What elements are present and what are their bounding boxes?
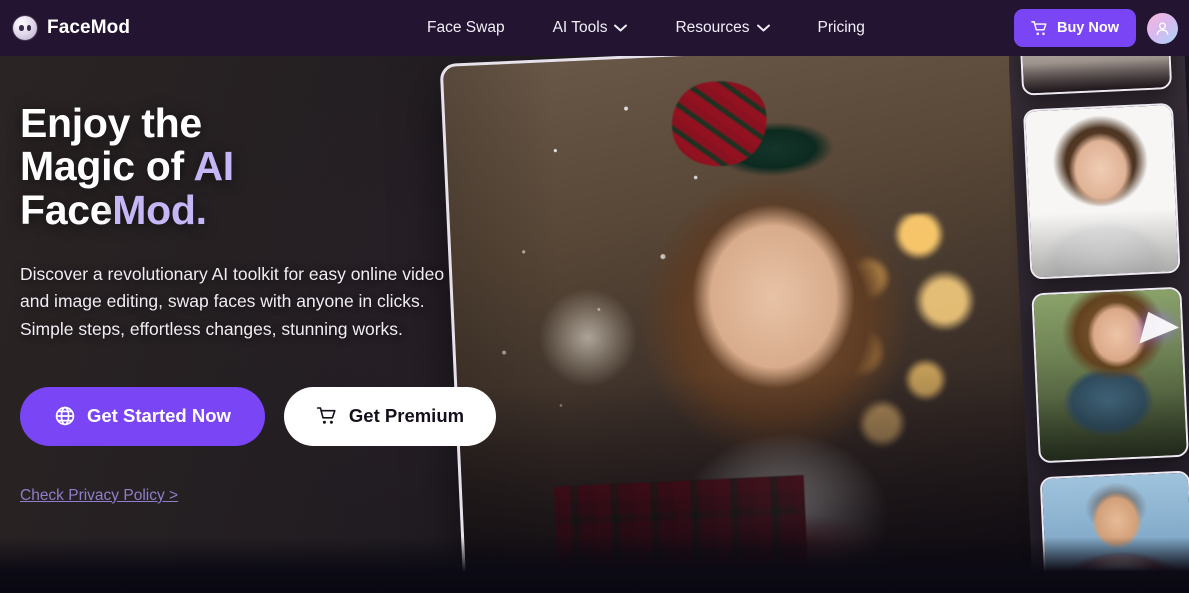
nav-item-label: Resources xyxy=(675,19,750,36)
user-avatar-icon xyxy=(1156,21,1169,35)
nav-item-label: AI Tools xyxy=(552,19,608,36)
nav-item-label: Face Swap xyxy=(427,19,505,36)
hero-section: Enjoy the Magic of AI FaceMod. Discover … xyxy=(0,56,1189,593)
face-circle-logo-icon xyxy=(13,16,37,40)
buy-now-label: Buy Now xyxy=(1056,20,1119,36)
thumbnail-shade xyxy=(1033,288,1187,462)
get-premium-label: Get Premium xyxy=(348,405,465,427)
main-navigation: Face Swap AI Tools Resources Pricing xyxy=(427,11,865,45)
nav-item-pricing[interactable]: Pricing xyxy=(818,11,865,45)
thumbnail-strip xyxy=(1009,56,1189,593)
get-premium-button[interactable]: Get Premium xyxy=(283,386,497,446)
user-avatar-button[interactable] xyxy=(1147,12,1178,44)
headline-line-2-plain: Magic of xyxy=(20,143,194,190)
hero-description: Discover a revolutionary AI toolkit for … xyxy=(20,264,445,339)
page-title: Enjoy the Magic of AI FaceMod. xyxy=(20,100,490,233)
header-actions: Buy Now xyxy=(1013,0,1178,56)
headline-line-3-plain: Face xyxy=(20,186,113,233)
thumbnail-shade xyxy=(1020,56,1171,94)
thumbnail-partial-top[interactable] xyxy=(1018,56,1173,96)
thumbnail-shade xyxy=(1025,104,1179,278)
nav-item-face-swap[interactable]: Face Swap xyxy=(427,11,505,45)
thumbnail-rail xyxy=(1009,56,1189,593)
headline-line-2-accent: AI xyxy=(193,143,234,190)
brand-logo-link[interactable]: FaceMod xyxy=(13,16,130,40)
globe-icon xyxy=(55,406,75,426)
get-started-now-label: Get Started Now xyxy=(87,405,231,427)
nav-item-resources[interactable]: Resources xyxy=(675,11,770,45)
thumbnail-outdoor-woman[interactable] xyxy=(1031,286,1189,464)
thumbnail-shade xyxy=(1041,472,1189,593)
check-privacy-policy-link[interactable]: Check Privacy Policy > xyxy=(20,487,178,505)
headline-line-3: FaceMod. xyxy=(20,186,490,233)
photo-vignette xyxy=(442,56,1072,593)
facemod-landing-page: FaceMod Face Swap AI Tools Resources Pri… xyxy=(0,0,1189,593)
brand-name: FaceMod xyxy=(47,17,131,38)
get-started-now-button[interactable]: Get Started Now xyxy=(20,386,265,446)
thumbnail-passport-portrait[interactable] xyxy=(1022,102,1181,280)
buy-now-button[interactable]: Buy Now xyxy=(1013,9,1136,47)
hero-photo-card xyxy=(439,56,1075,593)
nav-item-ai-tools[interactable]: AI Tools xyxy=(553,11,628,45)
hero-cta-row: Get Started Now Get Premium xyxy=(20,386,497,446)
nav-item-label: Pricing xyxy=(817,19,865,36)
site-header: FaceMod Face Swap AI Tools Resources Pri… xyxy=(0,0,1189,56)
headline-line-1: Enjoy the xyxy=(20,100,202,146)
shopping-cart-icon xyxy=(1031,20,1047,35)
chevron-down-icon xyxy=(614,24,628,32)
hero-copy: Enjoy the Magic of AI FaceMod. Discover … xyxy=(20,100,497,505)
shopping-cart-icon xyxy=(316,407,336,424)
headline-line-2: Magic of AI xyxy=(20,145,490,188)
thumbnail-pilot-man[interactable] xyxy=(1039,470,1189,593)
chevron-down-icon xyxy=(756,24,770,32)
headline-line-3-accent: Mod. xyxy=(112,186,207,233)
